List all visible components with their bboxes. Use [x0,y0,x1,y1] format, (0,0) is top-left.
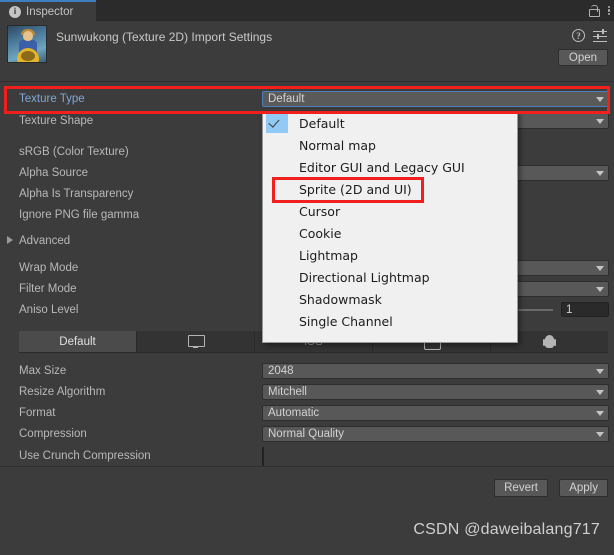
info-icon: i [9,5,21,18]
preset-settings-icon[interactable] [593,29,607,42]
header-icons: ? [572,29,607,42]
tabbar-actions [588,0,610,21]
label-use-crunch-compression: Use Crunch Compression [19,449,151,462]
chevron-down-icon [596,96,604,102]
page-title: Sunwukong (Texture 2D) Import Settings [56,30,273,44]
window-tabbar: i Inspector [0,0,614,21]
label-ignore-png-gamma: Ignore PNG file gamma [19,208,140,221]
apply-button[interactable]: Apply [559,479,608,497]
menu-item-normal-map[interactable]: Normal map [263,134,517,156]
label-compression: Compression [19,427,87,440]
label-alpha-is-transparency: Alpha Is Transparency [19,187,134,200]
platform-tab-standalone[interactable] [137,331,255,352]
tab-inspector[interactable]: i Inspector [0,0,96,21]
control-format: Automatic [262,404,609,421]
menu-item-single-channel[interactable]: Single Channel [263,310,517,332]
menu-item-editor-gui[interactable]: Editor GUI and Legacy GUI [263,156,517,178]
label-max-size: Max Size [19,364,67,377]
label-wrap-mode: Wrap Mode [19,261,79,274]
max-size-dropdown[interactable]: 2048 [262,362,609,379]
menu-item-sprite[interactable]: Sprite (2D and UI) [263,178,517,200]
chevron-down-icon [596,286,604,292]
chevron-down-icon [596,265,604,271]
chevron-right-icon[interactable] [7,236,13,244]
property-row-format: Format Automatic [0,402,614,423]
aniso-value-field[interactable]: 1 [561,302,609,317]
compression-dropdown[interactable]: Normal Quality [262,425,609,442]
menu-item-label: Editor GUI and Legacy GUI [299,159,465,175]
lock-icon[interactable] [588,4,600,17]
format-dropdown[interactable]: Automatic [262,404,609,421]
asset-header: Sunwukong (Texture 2D) Import Settings ?… [0,21,614,82]
use-crunch-compression-checkbox[interactable] [262,446,264,466]
kebab-menu-icon[interactable] [607,5,610,16]
property-row-max-size: Max Size 2048 [0,360,614,381]
property-row-use-crunch-compression: Use Crunch Compression [0,445,614,466]
menu-item-label: Normal map [299,137,376,153]
menu-item-label: Directional Lightmap [299,269,430,285]
menu-item-label: Sprite (2D and UI) [299,181,412,197]
monitor-icon [188,335,205,348]
label-srgb: sRGB (Color Texture) [19,145,129,158]
menu-item-label: Cookie [299,225,342,241]
menu-item-lightmap[interactable]: Lightmap [263,244,517,266]
menu-item-shadowmask[interactable]: Shadowmask [263,288,517,310]
label-advanced: Advanced [19,234,71,247]
property-row-compression: Compression Normal Quality [0,423,614,444]
property-row-texture-type: Texture Type Default [0,88,614,109]
property-row-resize-algorithm: Resize Algorithm Mitchell [0,381,614,402]
control-resize-algorithm: Mitchell [262,383,609,400]
label-format: Format [19,406,56,419]
tab-inspector-label: Inspector [26,5,74,18]
platform-tab-default[interactable]: Default [19,331,137,352]
control-texture-type: Default [262,90,609,107]
texture-type-value: Default [268,92,305,105]
texture-type-dropdown-menu: Default Normal map Editor GUI and Legacy… [262,111,518,343]
texture-type-dropdown[interactable]: Default [262,90,609,107]
menu-item-label: Lightmap [299,247,358,263]
control-max-size: 2048 [262,362,609,379]
resize-algorithm-dropdown[interactable]: Mitchell [262,383,609,400]
android-icon [543,335,556,349]
label-aniso-level: Aniso Level [19,303,79,316]
chevron-down-icon [596,368,604,374]
chevron-down-icon [596,410,604,416]
open-button[interactable]: Open [558,49,608,66]
menu-item-directional-lightmap[interactable]: Directional Lightmap [263,266,517,288]
menu-item-label: Single Channel [299,313,393,329]
menu-item-default[interactable]: Default [263,112,517,134]
label-filter-mode: Filter Mode [19,282,77,295]
menu-item-cookie[interactable]: Cookie [263,222,517,244]
revert-button[interactable]: Revert [494,479,548,497]
menu-item-cursor[interactable]: Cursor [263,200,517,222]
control-use-crunch-compression [262,446,609,466]
label-resize-algorithm: Resize Algorithm [19,385,106,398]
watermark: CSDN @daweibalang717 [413,521,600,538]
chevron-down-icon [596,170,604,176]
label-alpha-source: Alpha Source [19,166,89,179]
format-value: Automatic [268,406,320,419]
texture-thumbnail [7,25,47,63]
menu-item-label: Default [299,115,345,131]
footer-divider [0,466,614,467]
footer-actions: Revert Apply [0,470,614,500]
menu-item-label: Cursor [299,203,341,219]
resize-algorithm-value: Mitchell [268,385,307,398]
chevron-down-icon [596,389,604,395]
chevron-down-icon [596,118,604,124]
compression-value: Normal Quality [268,427,345,440]
label-texture-shape: Texture Shape [19,114,94,127]
chevron-down-icon [596,431,604,437]
max-size-value: 2048 [268,364,294,377]
menu-item-label: Shadowmask [299,291,382,307]
control-compression: Normal Quality [262,425,609,442]
help-icon[interactable]: ? [572,29,585,42]
label-texture-type: Texture Type [19,92,85,105]
inspector-window: i Inspector Sunwukong (Texture 2D) Impor… [0,0,614,555]
